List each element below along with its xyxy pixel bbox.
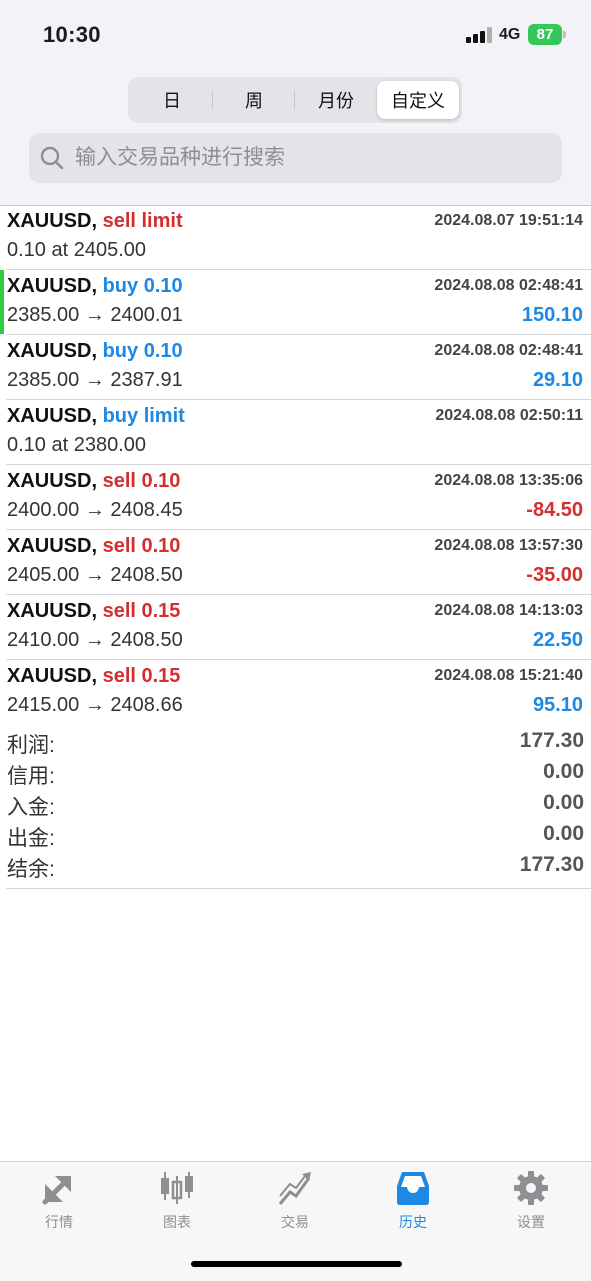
symbol: XAUUSD,: [7, 600, 98, 622]
order-action: buy 0.10: [102, 340, 183, 362]
history-row[interactable]: XAUUSD, buy limit 2024.08.08 02:50:11 0.…: [6, 400, 591, 465]
summary-label: 信用:: [7, 765, 55, 788]
symbol-search-bar[interactable]: [29, 133, 562, 183]
history-inbox-icon: [397, 1172, 429, 1205]
search-input[interactable]: [73, 145, 517, 171]
history-row[interactable]: XAUUSD, buy 0.10 2024.08.08 02:48:41 238…: [6, 335, 591, 400]
history-row[interactable]: XAUUSD, sell 0.10 2024.08.08 13:35:06 24…: [6, 465, 591, 530]
summary-value: 0.00: [543, 760, 584, 783]
summary-withdrawal: 出金: 0.00: [6, 822, 584, 853]
order-detail: 2410.00 → 2408.50: [7, 629, 183, 651]
order-action: buy 0.10: [102, 275, 183, 297]
history-row[interactable]: XAUUSD, buy 0.10 2024.08.08 02:48:41 238…: [0, 270, 591, 335]
battery-level: 87: [536, 26, 554, 43]
period-segmented-control: 日 周 月份 自定义: [128, 77, 462, 123]
order-datetime: 2024.08.08 02:48:41: [434, 277, 583, 294]
search-icon: [40, 146, 64, 170]
summary-credit: 信用: 0.00: [6, 760, 584, 791]
order-datetime: 2024.08.07 19:51:14: [434, 212, 583, 229]
segment-week[interactable]: 周: [213, 81, 295, 119]
tab-settings[interactable]: 设置: [472, 1170, 590, 1234]
summary-value: 0.00: [543, 822, 584, 845]
summary-balance: 结余: 177.30: [6, 853, 584, 884]
summary-label: 结余:: [7, 858, 55, 881]
history-row[interactable]: XAUUSD, sell 0.10 2024.08.08 13:57:30 24…: [6, 530, 591, 595]
gear-icon: [514, 1171, 548, 1205]
order-profit: -35.00: [526, 564, 583, 586]
battery-icon: 87: [528, 24, 562, 45]
summary-value: 177.30: [519, 853, 584, 876]
cellular-signal-icon: [466, 27, 492, 43]
order-datetime: 2024.08.08 13:35:06: [434, 472, 583, 489]
account-summary: 利润: 177.30 信用: 0.00 入金: 0.00 出金: 0.00 结余…: [0, 719, 591, 889]
tab-label: 交易: [281, 1214, 309, 1230]
order-detail: 2415.00 → 2408.66: [7, 694, 183, 716]
history-row[interactable]: XAUUSD, sell 0.15 2024.08.08 15:21:40 24…: [6, 660, 591, 725]
summary-label: 出金:: [7, 827, 55, 850]
summary-deposit: 入金: 0.00: [6, 791, 584, 822]
order-profit: 95.10: [532, 694, 583, 716]
symbol: XAUUSD,: [7, 405, 98, 427]
order-datetime: 2024.08.08 13:57:30: [434, 537, 583, 554]
order-detail: 2400.00 → 2408.45: [7, 499, 183, 521]
selected-marker: [0, 270, 4, 334]
order-detail: 2385.00 → 2400.01: [7, 304, 183, 326]
order-datetime: 2024.08.08 14:13:03: [434, 602, 583, 619]
order-profit: 22.50: [532, 629, 583, 651]
trade-chart-icon: [278, 1172, 311, 1205]
symbol: XAUUSD,: [7, 275, 98, 297]
symbol: XAUUSD,: [7, 665, 98, 687]
order-detail: 2385.00 → 2387.91: [7, 369, 183, 391]
summary-label: 入金:: [7, 796, 55, 819]
network-type: 4G: [499, 26, 521, 43]
order-detail: 2405.00 → 2408.50: [7, 564, 183, 586]
candlestick-chart-icon: [161, 1172, 193, 1204]
tab-label: 图表: [163, 1214, 191, 1230]
tab-history[interactable]: 历史: [354, 1170, 472, 1234]
tab-label: 行情: [45, 1214, 73, 1230]
history-row[interactable]: XAUUSD, sell 0.15 2024.08.08 14:13:03 24…: [6, 595, 591, 660]
tab-quotes[interactable]: 行情: [0, 1170, 118, 1234]
tab-trade[interactable]: 交易: [236, 1170, 354, 1234]
order-detail: 0.10 at 2380.00: [7, 434, 147, 456]
order-profit: 29.10: [532, 369, 583, 391]
quotes-arrows-icon: [42, 1176, 71, 1205]
order-profit: 150.10: [521, 304, 583, 326]
order-detail: 0.10 at 2405.00: [7, 239, 147, 261]
order-profit: -84.50: [526, 499, 583, 521]
home-indicator: [191, 1261, 402, 1267]
tab-charts[interactable]: 图表: [118, 1170, 236, 1234]
symbol: XAUUSD,: [7, 210, 98, 232]
segment-month[interactable]: 月份: [295, 81, 377, 119]
tab-label: 历史: [399, 1214, 427, 1230]
empty-area: [0, 889, 591, 1161]
order-datetime: 2024.08.08 15:21:40: [434, 667, 583, 684]
history-list: XAUUSD, sell limit 2024.08.07 19:51:14 0…: [0, 205, 591, 725]
order-action: buy limit: [102, 405, 185, 427]
segment-custom[interactable]: 自定义: [377, 81, 459, 119]
clock: 10:30: [43, 22, 101, 47]
symbol: XAUUSD,: [7, 340, 98, 362]
summary-value: 177.30: [519, 729, 584, 752]
order-datetime: 2024.08.08 02:50:11: [435, 407, 583, 424]
segment-day[interactable]: 日: [131, 81, 213, 119]
order-action: sell 0.10: [102, 535, 181, 557]
summary-value: 0.00: [543, 791, 584, 814]
summary-profit: 利润: 177.30: [6, 729, 584, 760]
order-action: sell limit: [102, 210, 183, 232]
order-action: sell 0.10: [102, 470, 181, 492]
order-datetime: 2024.08.08 02:48:41: [434, 342, 583, 359]
tab-label: 设置: [517, 1214, 545, 1230]
history-row[interactable]: XAUUSD, sell limit 2024.08.07 19:51:14 0…: [6, 205, 591, 270]
summary-label: 利润:: [7, 734, 55, 757]
order-action: sell 0.15: [102, 665, 181, 687]
symbol: XAUUSD,: [7, 470, 98, 492]
symbol: XAUUSD,: [7, 535, 98, 557]
order-action: sell 0.15: [102, 600, 181, 622]
status-bar: 10:30 4G 87: [0, 0, 591, 70]
